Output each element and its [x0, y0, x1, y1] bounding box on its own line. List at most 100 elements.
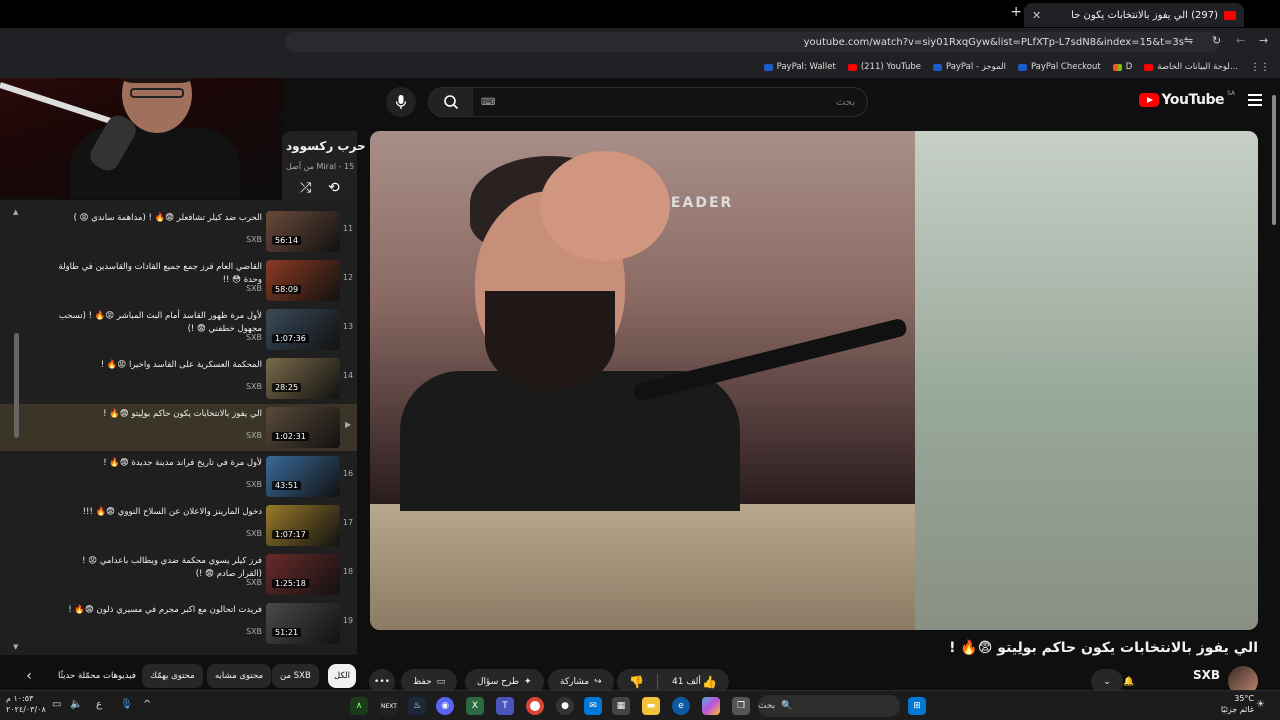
chip-recent[interactable]: فيديوهات محمّلة حديثًا: [50, 664, 144, 688]
playlist-title[interactable]: حرب ركسوود: [286, 139, 366, 153]
playlist-item-title[interactable]: دخول المارينز والاعلان عن السلاح النووي …: [58, 506, 262, 519]
teams-icon[interactable]: T: [496, 697, 514, 715]
playlist-item-thumbnail[interactable]: [266, 456, 340, 497]
playlist-item-thumbnail[interactable]: [266, 260, 340, 301]
browser-tab[interactable]: (297) الي يفوز بالانتخابات يكون حا ✕: [1024, 3, 1244, 27]
chip-from-channel[interactable]: من SXB: [272, 664, 319, 688]
bookmark-label: لوحة البيانات الخاصة...: [1157, 62, 1238, 72]
bookmark-paypal-checkout[interactable]: PayPal Checkout: [1017, 62, 1101, 72]
chip-for-you[interactable]: محتوى يهمّك: [142, 664, 203, 688]
weather-widget[interactable]: 35°C غائم جزئيًا: [1212, 693, 1254, 715]
clock-date: ٢٠٢٤/٠٣/٠٨: [6, 705, 46, 714]
tray-chevron-icon[interactable]: ^: [143, 699, 151, 710]
keyboard-icon[interactable]: ⌨: [481, 97, 495, 108]
playlist-item-duration: 1:25:18: [272, 579, 309, 588]
menu-icon[interactable]: [1248, 94, 1262, 106]
search-button[interactable]: [429, 88, 473, 116]
bookmark-paypal-wallet[interactable]: PayPal: Wallet: [763, 62, 836, 72]
copilot-icon[interactable]: [702, 697, 720, 715]
forward-icon[interactable]: ←: [1236, 34, 1245, 47]
playlist-item-thumbnail[interactable]: [266, 505, 340, 546]
chip-related[interactable]: محتوى مشابه: [207, 664, 271, 688]
taskbar-search-placeholder: بحث: [758, 701, 776, 711]
volume-icon[interactable]: 🔈: [70, 699, 82, 710]
playlist-item-number: 11: [342, 224, 354, 233]
bookmark-youtube[interactable]: (211) YouTube: [847, 62, 921, 72]
apps-grid-icon[interactable]: ⋮⋮: [1250, 62, 1270, 73]
bookmark-paypal-summary[interactable]: PayPal - الموجز: [932, 62, 1006, 72]
playlist-item-channel: SXB: [245, 529, 262, 538]
next-app-icon[interactable]: NEXT: [380, 697, 398, 715]
video-title: الي يفوز بالانتخابات يكون حاكم بولِيتو 😨…: [949, 640, 1258, 656]
playlist-item[interactable]: 14 28:25 المحكمة العسكرية على القاسد واخير…: [0, 355, 357, 402]
person-body: [400, 371, 740, 511]
site-settings-icon[interactable]: ⇋: [1184, 34, 1193, 47]
loop-icon[interactable]: ⟲: [328, 180, 340, 196]
playlist-scrollbar[interactable]: [14, 333, 19, 438]
obs-icon[interactable]: ●: [556, 697, 574, 715]
mic-tray-icon[interactable]: 🎙: [120, 699, 133, 710]
playlist-item-channel: SXB: [245, 627, 262, 636]
shuffle-icon[interactable]: ⤮: [300, 180, 311, 196]
mail-icon[interactable]: ✉: [584, 697, 602, 715]
taskbar-search[interactable]: 🔍 بحث: [758, 695, 900, 717]
weather-description: غائم جزئيًا: [1220, 705, 1254, 714]
playlist-item-thumbnail[interactable]: [266, 309, 340, 350]
playlist-item[interactable]: 151:02:31الي يفوز بالانتخابات يكون حاكم …: [0, 404, 357, 451]
bookmark-dashboard[interactable]: لوحة البيانات الخاصة...: [1144, 62, 1238, 72]
youtube-logo[interactable]: YouTube SA: [1138, 90, 1235, 108]
windows-start-icon[interactable]: ⊞: [908, 697, 926, 715]
playlist-item-title[interactable]: فريدت اتحالون مع اكبر مجرم في مسيري ذلون…: [58, 604, 262, 617]
reload-icon[interactable]: ↻: [1212, 34, 1221, 47]
url-text: youtube.com/watch?v=siy01RxqGyw&list=PLf…: [803, 36, 1184, 48]
playlist-item[interactable]: 12 58:09 القاضي العام فرز جمع جميع القادات…: [0, 257, 357, 304]
playlist-item[interactable]: 18 1:25:18 فرز كيلر يسوي محكمة ضدي ويطالب …: [0, 551, 357, 598]
scroll-down-icon[interactable]: ▼: [13, 643, 18, 651]
chrome-icon[interactable]: [526, 697, 544, 715]
battery-icon[interactable]: ▭: [52, 699, 61, 710]
chips-next-button[interactable]: ‹: [14, 664, 44, 688]
edge-icon[interactable]: e: [672, 697, 690, 715]
playlist-item[interactable]: 13 1:07:36 لأول مرة ظهور القاسد أمام البث …: [0, 306, 357, 353]
nvidia-app-icon[interactable]: ∧: [350, 697, 368, 715]
playlist-item-title[interactable]: الحرب ضد كيلر تشافعلر 😨🔥 ! (مداهمة ساندي…: [58, 212, 262, 225]
like-icon[interactable]: 👍: [702, 675, 717, 689]
playlist-item-title[interactable]: لأول مرة في تاريخ فراند مدينة جديدة 😨🔥 !: [58, 457, 262, 470]
playlist-item-thumbnail[interactable]: [266, 554, 340, 595]
dislike-icon[interactable]: 👎: [629, 675, 644, 689]
store-icon[interactable]: ▦: [612, 697, 630, 715]
playlist-item-thumbnail[interactable]: [266, 358, 340, 399]
steam-icon[interactable]: ♨: [408, 697, 426, 715]
bookmark-d[interactable]: D: [1112, 62, 1132, 72]
tab-title: (297) الي يفوز بالانتخابات يكون حا: [1071, 9, 1218, 21]
excel-icon[interactable]: X: [466, 697, 484, 715]
playlist-item-thumbnail[interactable]: [266, 603, 340, 644]
chevron-down-icon: ⌄: [1103, 677, 1111, 687]
language-indicator[interactable]: ع: [96, 699, 102, 710]
close-tab-icon[interactable]: ✕: [1032, 9, 1041, 22]
address-bar: ⊡ youtube.com/watch?v=siy01RxqGyw&list=P…: [0, 28, 1280, 56]
search-input[interactable]: [495, 96, 867, 108]
playlist-item-thumbnail[interactable]: [266, 407, 340, 448]
url-field[interactable]: youtube.com/watch?v=siy01RxqGyw&list=PLf…: [285, 32, 1220, 52]
page-scrollbar[interactable]: [1272, 95, 1276, 225]
playlist-item-title[interactable]: المحكمة العسكرية على القاسد واخيرا 😡🔥 !: [58, 359, 262, 372]
playlist-item[interactable]: 19 51:21 فريدت اتحالون مع اكبر مجرم في مسي…: [0, 600, 357, 647]
channel-name[interactable]: SXB: [1193, 668, 1220, 682]
chip-all[interactable]: الكل: [328, 664, 356, 688]
discord-icon[interactable]: ◉: [436, 697, 454, 715]
scroll-up-icon[interactable]: ▲: [13, 208, 18, 216]
playlist-item[interactable]: 16 43:51 لأول مرة في تاريخ فراند مدينة جدي…: [0, 453, 357, 500]
playlist-item-title[interactable]: الي يفوز بالانتخابات يكون حاكم بولِيتو 😨…: [58, 408, 262, 421]
clock[interactable]: ١٠:٥٣ م ٢٠٢٤/٠٣/٠٨: [6, 693, 46, 715]
playlist-item-thumbnail[interactable]: [266, 211, 340, 252]
file-explorer-icon[interactable]: ▬: [642, 697, 660, 715]
back-icon[interactable]: →: [1259, 34, 1268, 47]
youtube-favicon-icon: [1224, 10, 1236, 20]
task-view-icon[interactable]: ❐: [732, 697, 750, 715]
playlist-item[interactable]: 17 1:07:17 دخول المارينز والاعلان عن السلا…: [0, 502, 357, 549]
new-tab-button[interactable]: +: [1010, 4, 1022, 20]
video-player[interactable]: LEADER: [370, 131, 1258, 630]
voice-search-button[interactable]: [386, 87, 416, 117]
playlist-item[interactable]: 11 56:14 الحرب ضد كيلر تشافعلر 😨🔥 ! (مداهم…: [0, 208, 357, 255]
